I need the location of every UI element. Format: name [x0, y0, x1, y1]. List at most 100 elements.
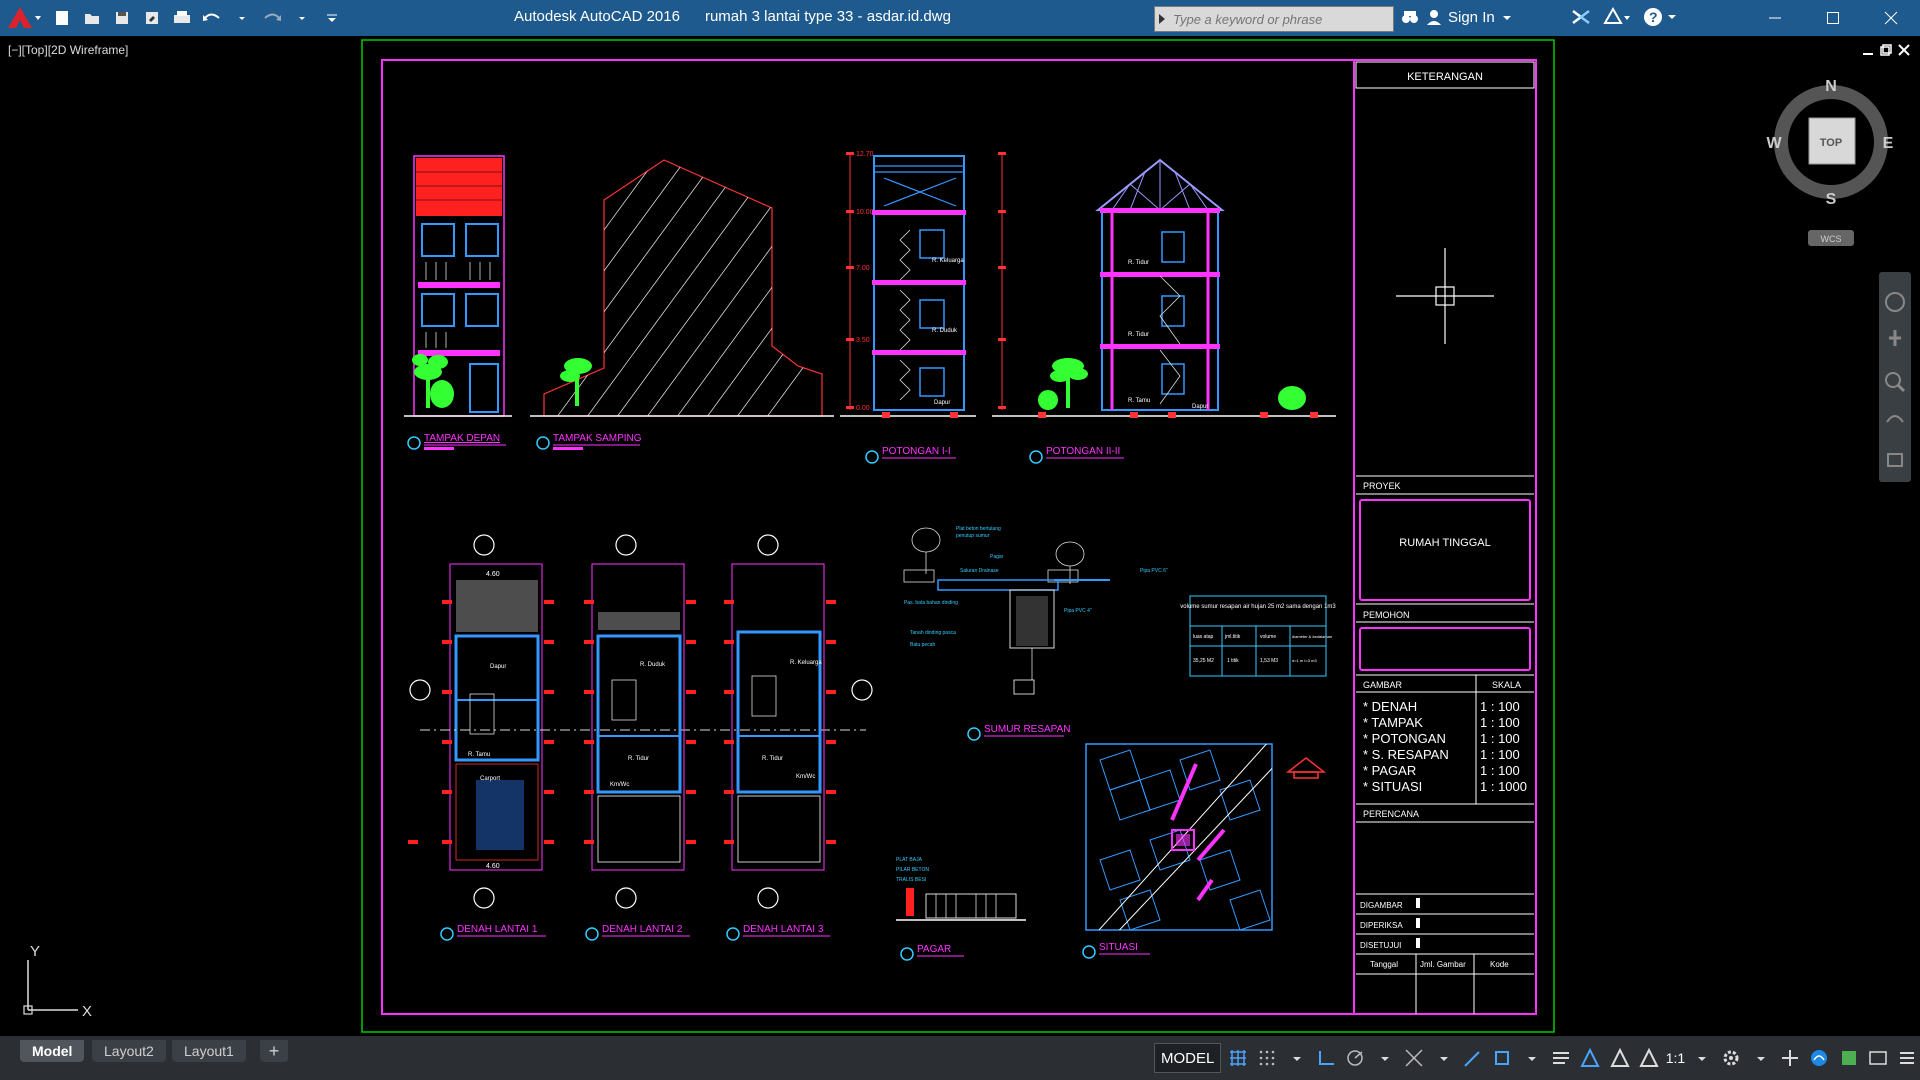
search-input[interactable]: [1155, 7, 1393, 31]
viewcube[interactable]: TOP N S E W WCS: [1756, 72, 1906, 252]
section-2-title: POTONGAN II-II: [1029, 446, 1124, 464]
polar-dropdown[interactable]: [1372, 1043, 1397, 1073]
annotation-scale-icon[interactable]: [1636, 1043, 1661, 1073]
elevation-mark: 0.00: [856, 405, 870, 412]
maximize-button[interactable]: [1804, 0, 1862, 36]
steering-wheel-icon[interactable]: [1885, 292, 1905, 312]
compass-south[interactable]: S: [1826, 191, 1837, 208]
application-menu-button[interactable]: [4, 4, 44, 32]
elevation-mark: 7.00: [856, 265, 870, 272]
view-title: TAMPAK DEPAN: [424, 433, 500, 444]
help-icon[interactable]: ?: [1642, 6, 1680, 28]
drawing-canvas[interactable]: KETERANGAN PROYEK RUMAH TINGGAL PEMOHON …: [0, 36, 1920, 1036]
undo-dropdown[interactable]: [228, 5, 256, 31]
compass-north[interactable]: N: [1825, 78, 1837, 95]
new-button[interactable]: [48, 5, 76, 31]
north-arrow-icon: [1285, 757, 1327, 779]
chevron-right-icon: [1159, 14, 1165, 24]
fence-note: TRALIS BESI: [896, 877, 926, 883]
grid-toggle[interactable]: [1225, 1043, 1250, 1073]
perencana-label: PERENCANA: [1363, 809, 1419, 819]
minimize-button[interactable]: [1746, 0, 1804, 36]
viewcube-compass-icon: TOP N S E W WCS: [1766, 78, 1894, 246]
ucs-axes-icon: Y X: [23, 943, 92, 1020]
new-layout-button[interactable]: +: [260, 1040, 288, 1062]
isolate-objects[interactable]: [1807, 1043, 1832, 1073]
minimize-icon[interactable]: [1862, 44, 1874, 56]
workspace-dropdown[interactable]: [1748, 1043, 1773, 1073]
customize-status-bar[interactable]: [1895, 1043, 1920, 1073]
menu-icon: [1900, 1052, 1915, 1064]
object-snap-tracking-toggle[interactable]: [1460, 1043, 1485, 1073]
close-button[interactable]: [1862, 0, 1920, 36]
room-label: R. Tamu: [468, 752, 490, 758]
wcs-menu[interactable]: WCS: [1821, 234, 1842, 244]
isodraft-toggle[interactable]: [1402, 1043, 1427, 1073]
autodesk-a360-icon[interactable]: [1602, 6, 1632, 28]
redo-button[interactable]: [258, 5, 286, 31]
compass-west[interactable]: W: [1766, 135, 1782, 152]
gambar-label: GAMBAR: [1363, 680, 1403, 690]
help-search: [1154, 6, 1394, 32]
exchange-apps-icon[interactable]: [1570, 6, 1592, 28]
user-icon: [1427, 10, 1441, 25]
viewcube-face[interactable]: TOP: [1820, 137, 1842, 149]
snap-toggle[interactable]: [1255, 1043, 1280, 1073]
view-title: SITUASI: [1099, 942, 1138, 953]
site-title: SITUASI: [1082, 942, 1150, 959]
clean-screen-icon: [1869, 1051, 1887, 1065]
tab-layout2[interactable]: Layout2: [92, 1040, 166, 1062]
undo-button[interactable]: [198, 5, 226, 31]
sign-in-button[interactable]: Sign In: [1400, 8, 1513, 26]
save-button[interactable]: [108, 5, 136, 31]
polar-toggle[interactable]: [1343, 1043, 1368, 1073]
status-bar: MODEL 1:1: [1150, 1036, 1920, 1080]
applicant-box: [1359, 627, 1531, 671]
model-space-button[interactable]: MODEL: [1154, 1043, 1222, 1073]
showmotion-icon[interactable]: [1887, 453, 1903, 467]
digambar-field: [1416, 898, 1420, 908]
compass-east[interactable]: E: [1883, 135, 1894, 152]
orbit-icon[interactable]: [1886, 415, 1904, 423]
well-note: Pipa PVC 4": [1064, 608, 1092, 614]
autocad-window: Autodesk AutoCAD 2016 rumah 3 lantai typ…: [0, 0, 1920, 1080]
app-title: Autodesk AutoCAD 2016: [514, 8, 680, 25]
pan-icon[interactable]: [1889, 330, 1901, 346]
restore-icon[interactable]: [1880, 44, 1892, 56]
viewport-controls[interactable]: [−][Top][2D Wireframe]: [8, 43, 128, 57]
zoom-icon[interactable]: [1885, 372, 1901, 388]
hardware-acceleration[interactable]: [1836, 1043, 1861, 1073]
disetujui-label: DISETUJUI: [1360, 941, 1401, 950]
well-table-cell: 35,25 M2: [1193, 658, 1214, 664]
view-title: DENAH LANTAI 1: [457, 924, 538, 935]
gear-icon: [1723, 1050, 1739, 1066]
save-as-button[interactable]: [138, 5, 166, 31]
object-snap-toggle[interactable]: [1490, 1043, 1515, 1073]
dimension-text: 4.60: [486, 863, 500, 870]
drawing-list: * DENAH 1 : 100 * TAMPAK 1 : 100 * POTON…: [1363, 699, 1527, 794]
customize-qat-button[interactable]: [318, 5, 346, 31]
proyek-label: PROYEK: [1363, 481, 1401, 491]
object-snap-dropdown[interactable]: [1519, 1043, 1544, 1073]
close-icon[interactable]: [1898, 44, 1910, 56]
auto-scale-toggle[interactable]: [1607, 1043, 1632, 1073]
autocad-logo-icon: [8, 7, 41, 28]
object-snap-icon: [1495, 1051, 1510, 1065]
well-table-title: volume sumur resapan air hujan 25 m2 sam…: [1180, 604, 1336, 610]
tab-layout1[interactable]: Layout1: [172, 1040, 246, 1062]
lineweight-toggle[interactable]: [1548, 1043, 1573, 1073]
snap-dropdown[interactable]: [1284, 1043, 1309, 1073]
fence-title: PAGAR: [900, 944, 964, 961]
tab-model[interactable]: Model: [20, 1040, 85, 1062]
annotation-monitor[interactable]: [1777, 1043, 1802, 1073]
redo-dropdown[interactable]: [288, 5, 316, 31]
annotation-visibility-toggle[interactable]: [1578, 1043, 1603, 1073]
ortho-toggle[interactable]: [1313, 1043, 1338, 1073]
open-button[interactable]: [78, 5, 106, 31]
clean-screen[interactable]: [1865, 1043, 1890, 1073]
workspace-switch[interactable]: [1719, 1043, 1744, 1073]
annotation-scale[interactable]: 1:1: [1666, 1050, 1685, 1066]
isodraft-dropdown[interactable]: [1431, 1043, 1456, 1073]
scale-dropdown[interactable]: [1689, 1043, 1714, 1073]
plot-button[interactable]: [168, 5, 196, 31]
